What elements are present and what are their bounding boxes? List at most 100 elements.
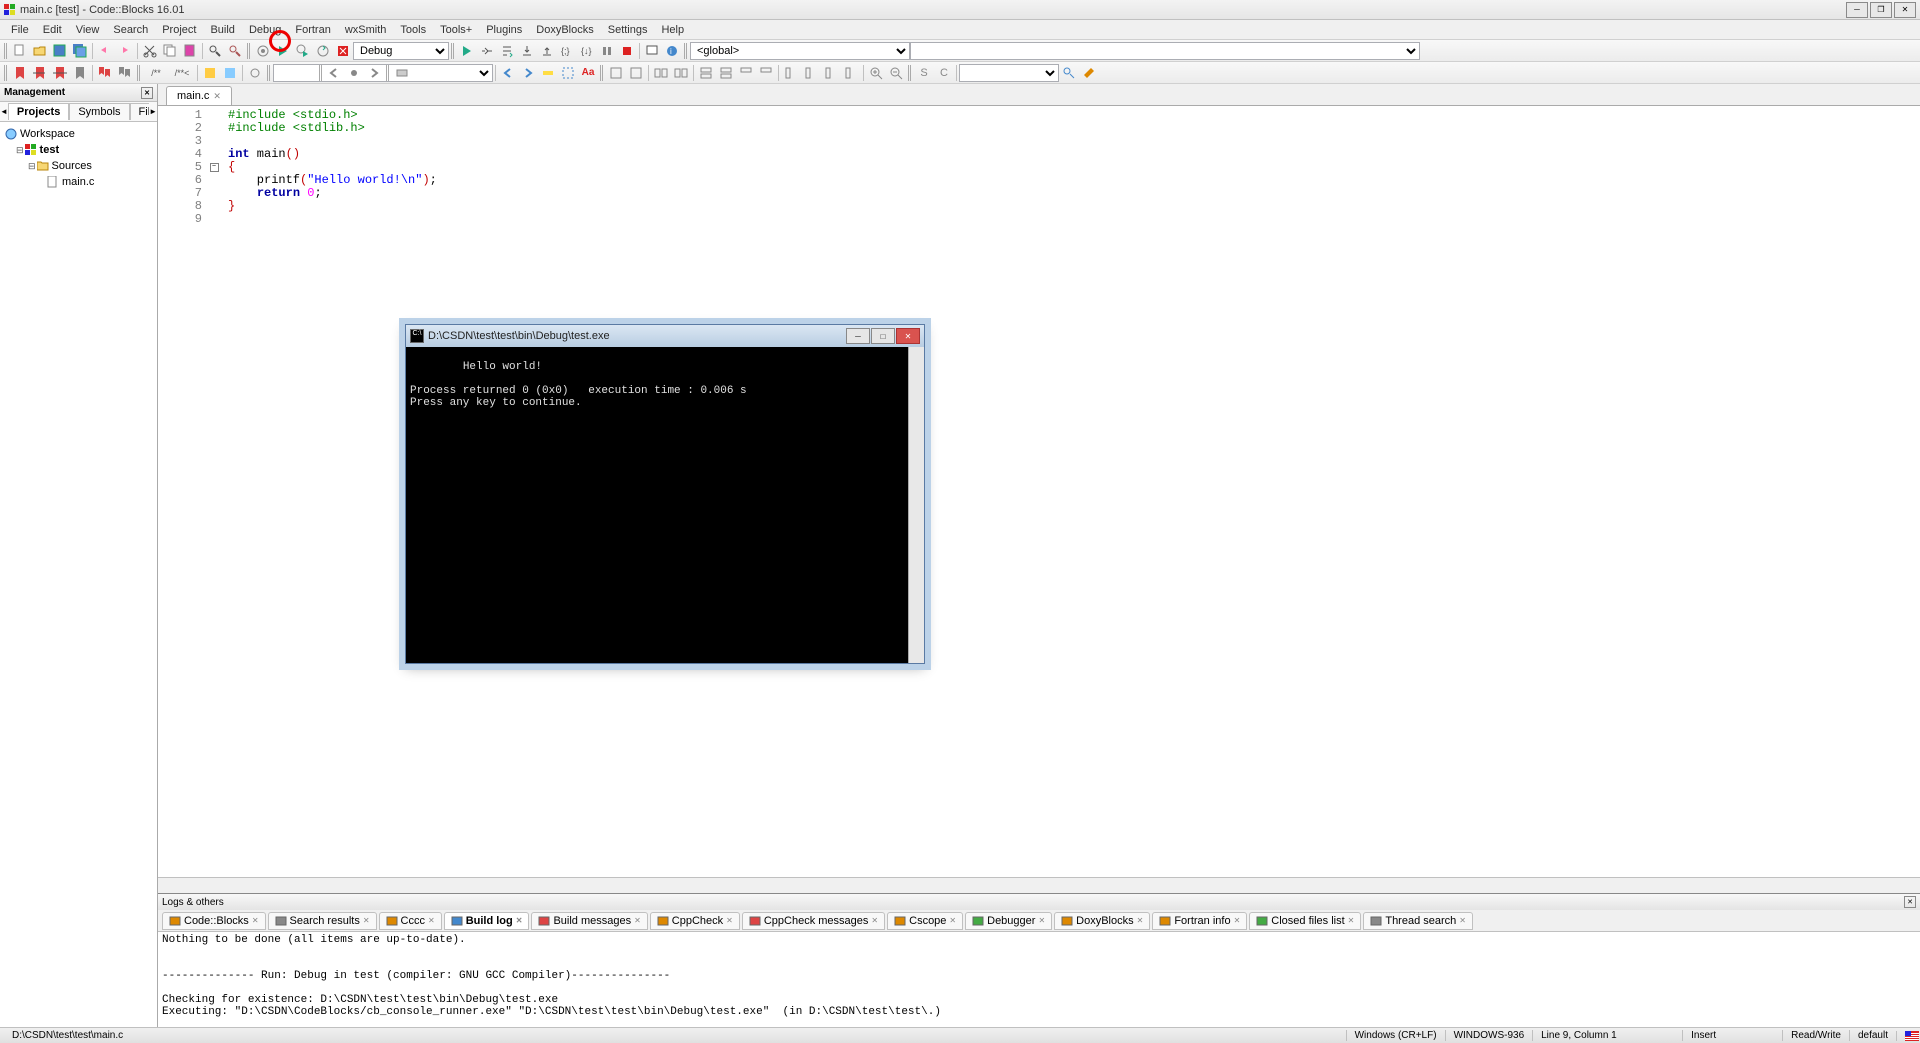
select-all-button[interactable]	[559, 64, 577, 82]
save-button[interactable]	[51, 42, 69, 60]
tab-symbols[interactable]: Symbols	[69, 103, 129, 120]
editor-hscroll[interactable]	[158, 877, 1920, 893]
build-log-content[interactable]: Nothing to be done (all items are up-to-…	[158, 932, 1920, 1027]
log-tab-cppcheck[interactable]: CppCheck✕	[650, 912, 740, 930]
tab-right-arrow[interactable]: ►	[149, 107, 157, 116]
menu-search[interactable]: Search	[106, 22, 155, 38]
close-icon[interactable]: ✕	[1348, 916, 1355, 925]
fort7-button[interactable]	[737, 64, 755, 82]
s-button[interactable]: S	[915, 64, 933, 82]
close-icon[interactable]: ✕	[516, 916, 523, 925]
bookmark-all2-button[interactable]	[116, 64, 134, 82]
close-icon[interactable]: ✕	[871, 916, 878, 925]
menu-doxyblocks[interactable]: DoxyBlocks	[529, 22, 600, 38]
fort10-button[interactable]	[802, 64, 820, 82]
new-file-button[interactable]	[11, 42, 29, 60]
console-maximize-button[interactable]: □	[871, 328, 895, 344]
menu-edit[interactable]: Edit	[36, 22, 69, 38]
menu-fortran[interactable]: Fortran	[288, 22, 337, 38]
fort1-button[interactable]	[607, 64, 625, 82]
fort6-button[interactable]	[717, 64, 735, 82]
log-tab-build-messages[interactable]: Build messages✕	[531, 912, 647, 930]
close-icon[interactable]: ✕	[1234, 916, 1241, 925]
menu-tools+[interactable]: Tools+	[433, 22, 479, 38]
project-tree[interactable]: Workspace ⊟ test ⊟ Sources main.c	[0, 122, 157, 1027]
bookmark-clear-button[interactable]	[71, 64, 89, 82]
run-to-cursor-button[interactable]	[478, 42, 496, 60]
console-scrollbar[interactable]	[908, 347, 924, 663]
fort2-button[interactable]	[627, 64, 645, 82]
log-tab-fortran-info[interactable]: Fortran info✕	[1152, 912, 1247, 930]
maximize-button[interactable]: ❐	[1870, 2, 1892, 18]
console-titlebar[interactable]: C:\ D:\CSDN\test\test\bin\Debug\test.exe…	[406, 325, 924, 347]
log-tab-cccc[interactable]: Cccc✕	[379, 912, 442, 930]
menu-file[interactable]: File	[4, 22, 36, 38]
doxy-html-button[interactable]	[221, 64, 239, 82]
find-options-button[interactable]	[1060, 64, 1078, 82]
step-out-button[interactable]	[538, 42, 556, 60]
bookmark-toggle-button[interactable]	[11, 64, 29, 82]
save-all-button[interactable]	[71, 42, 89, 60]
close-icon[interactable]: ✕	[252, 916, 259, 925]
log-tab-search-results[interactable]: Search results✕	[268, 912, 377, 930]
fort9-button[interactable]	[782, 64, 800, 82]
menu-build[interactable]: Build	[203, 22, 241, 38]
tools-button[interactable]	[1080, 64, 1098, 82]
fort3-button[interactable]	[652, 64, 670, 82]
tree-workspace[interactable]: Workspace	[4, 126, 153, 142]
debug-start-button[interactable]	[458, 42, 476, 60]
undo-button[interactable]	[96, 42, 114, 60]
log-tab-build-log[interactable]: Build log✕	[444, 912, 530, 930]
close-icon[interactable]: ✕	[1137, 916, 1144, 925]
replace-button[interactable]	[226, 42, 244, 60]
tree-file-main-c[interactable]: main.c	[4, 174, 153, 190]
break-button[interactable]	[598, 42, 616, 60]
bookmark-all-button[interactable]	[96, 64, 114, 82]
step-into-button[interactable]	[518, 42, 536, 60]
build-button[interactable]	[254, 42, 272, 60]
log-tab-closed-files-list[interactable]: Closed files list✕	[1249, 912, 1361, 930]
editor-tab-main-c[interactable]: main.c ✕	[166, 86, 232, 105]
jump-fwd-button[interactable]	[365, 64, 383, 82]
close-icon[interactable]: ✕	[1038, 916, 1045, 925]
close-icon[interactable]: ✕	[213, 91, 221, 102]
menu-wxsmith[interactable]: wxSmith	[338, 22, 394, 38]
open-button[interactable]	[31, 42, 49, 60]
build-run-button[interactable]	[294, 42, 312, 60]
build-target-combo[interactable]: Debug	[353, 42, 449, 60]
nav-fwd-button[interactable]	[519, 64, 537, 82]
doxy-settings-button[interactable]	[246, 64, 264, 82]
menu-help[interactable]: Help	[654, 22, 691, 38]
bookmark-next-button[interactable]	[51, 64, 69, 82]
doxy-block-button[interactable]: /**	[144, 64, 168, 82]
tab-projects[interactable]: Projects	[8, 103, 69, 120]
close-icon[interactable]: ✕	[428, 916, 435, 925]
nav-combo[interactable]	[959, 64, 1059, 82]
scope-combo[interactable]: <global>	[690, 42, 910, 60]
tree-toggle-icon[interactable]: ⊟	[28, 161, 36, 172]
log-tab-doxyblocks[interactable]: DoxyBlocks✕	[1054, 912, 1150, 930]
info-button[interactable]: i	[663, 42, 681, 60]
close-button[interactable]: ✕	[1894, 2, 1916, 18]
debug-windows-button[interactable]	[643, 42, 661, 60]
tree-project[interactable]: ⊟ test	[4, 142, 153, 158]
menu-debug[interactable]: Debug	[242, 22, 288, 38]
log-tab-thread-search[interactable]: Thread search✕	[1363, 912, 1473, 930]
minimize-button[interactable]: ─	[1846, 2, 1868, 18]
fort5-button[interactable]	[697, 64, 715, 82]
step-into-instr-button[interactable]: {↓}	[578, 42, 596, 60]
text-button[interactable]: Aa	[579, 64, 597, 82]
tree-sources[interactable]: ⊟ Sources	[4, 158, 153, 174]
paste-button[interactable]	[181, 42, 199, 60]
highlight-button[interactable]	[539, 64, 557, 82]
tab-left-arrow[interactable]: ◄	[0, 107, 8, 116]
find-button[interactable]	[206, 42, 224, 60]
fort12-button[interactable]	[842, 64, 860, 82]
bookmark-prev-button[interactable]	[31, 64, 49, 82]
close-icon[interactable]: ✕	[634, 916, 641, 925]
symbol-combo[interactable]	[910, 42, 1420, 60]
next-instr-button[interactable]: {;}	[558, 42, 576, 60]
run-button[interactable]	[274, 42, 292, 60]
log-tab-cppcheck-messages[interactable]: CppCheck messages✕	[742, 912, 885, 930]
copy-button[interactable]	[161, 42, 179, 60]
